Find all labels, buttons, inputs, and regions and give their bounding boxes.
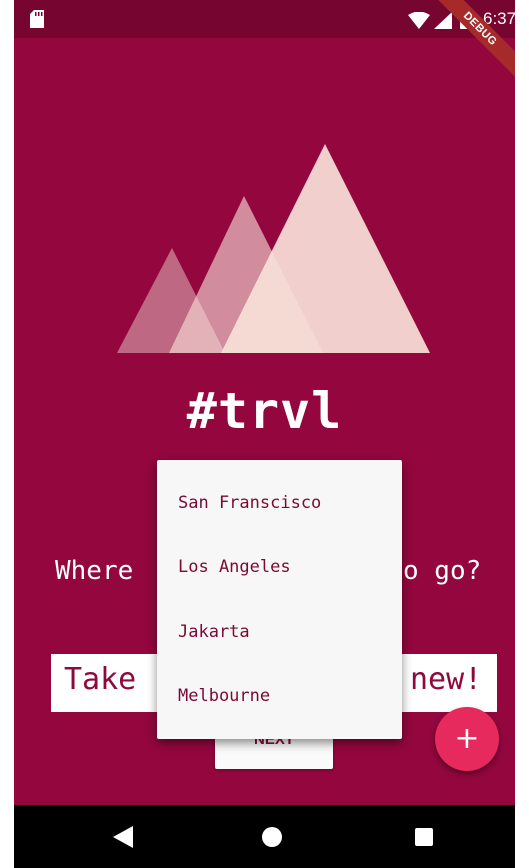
sd-card-icon <box>30 10 44 28</box>
add-fab-button[interactable]: + <box>435 707 499 771</box>
device-frame: 6:37 DEBUG #trvl Where o go? Take new! N… <box>0 0 529 868</box>
destination-input-text-end: new! <box>410 662 483 697</box>
recents-icon[interactable] <box>415 828 433 846</box>
navigation-bar <box>14 805 515 868</box>
dropdown-item-san-franscisco[interactable]: San Franscisco <box>157 471 402 535</box>
destination-input-text: Take <box>64 662 137 697</box>
app-title: #trvl <box>186 382 343 440</box>
destination-question-end: o go? <box>403 556 482 586</box>
app-screen: 6:37 DEBUG #trvl Where o go? Take new! N… <box>14 0 515 868</box>
plus-icon: + <box>454 721 480 756</box>
mountain-logo-icon <box>117 144 430 353</box>
dropdown-item-jakarta[interactable]: Jakarta <box>157 600 402 664</box>
destination-question: Where <box>55 556 134 586</box>
status-bar: 6:37 <box>14 0 515 38</box>
dropdown-item-los-angeles[interactable]: Los Angeles <box>157 535 402 599</box>
dropdown-item-melbourne[interactable]: Melbourne <box>157 664 402 728</box>
back-icon[interactable] <box>113 826 133 848</box>
city-dropdown-menu: San Franscisco Los Angeles Jakarta Melbo… <box>157 460 402 739</box>
wifi-icon <box>408 12 430 29</box>
home-icon[interactable] <box>262 827 282 847</box>
signal-icon <box>434 12 452 29</box>
